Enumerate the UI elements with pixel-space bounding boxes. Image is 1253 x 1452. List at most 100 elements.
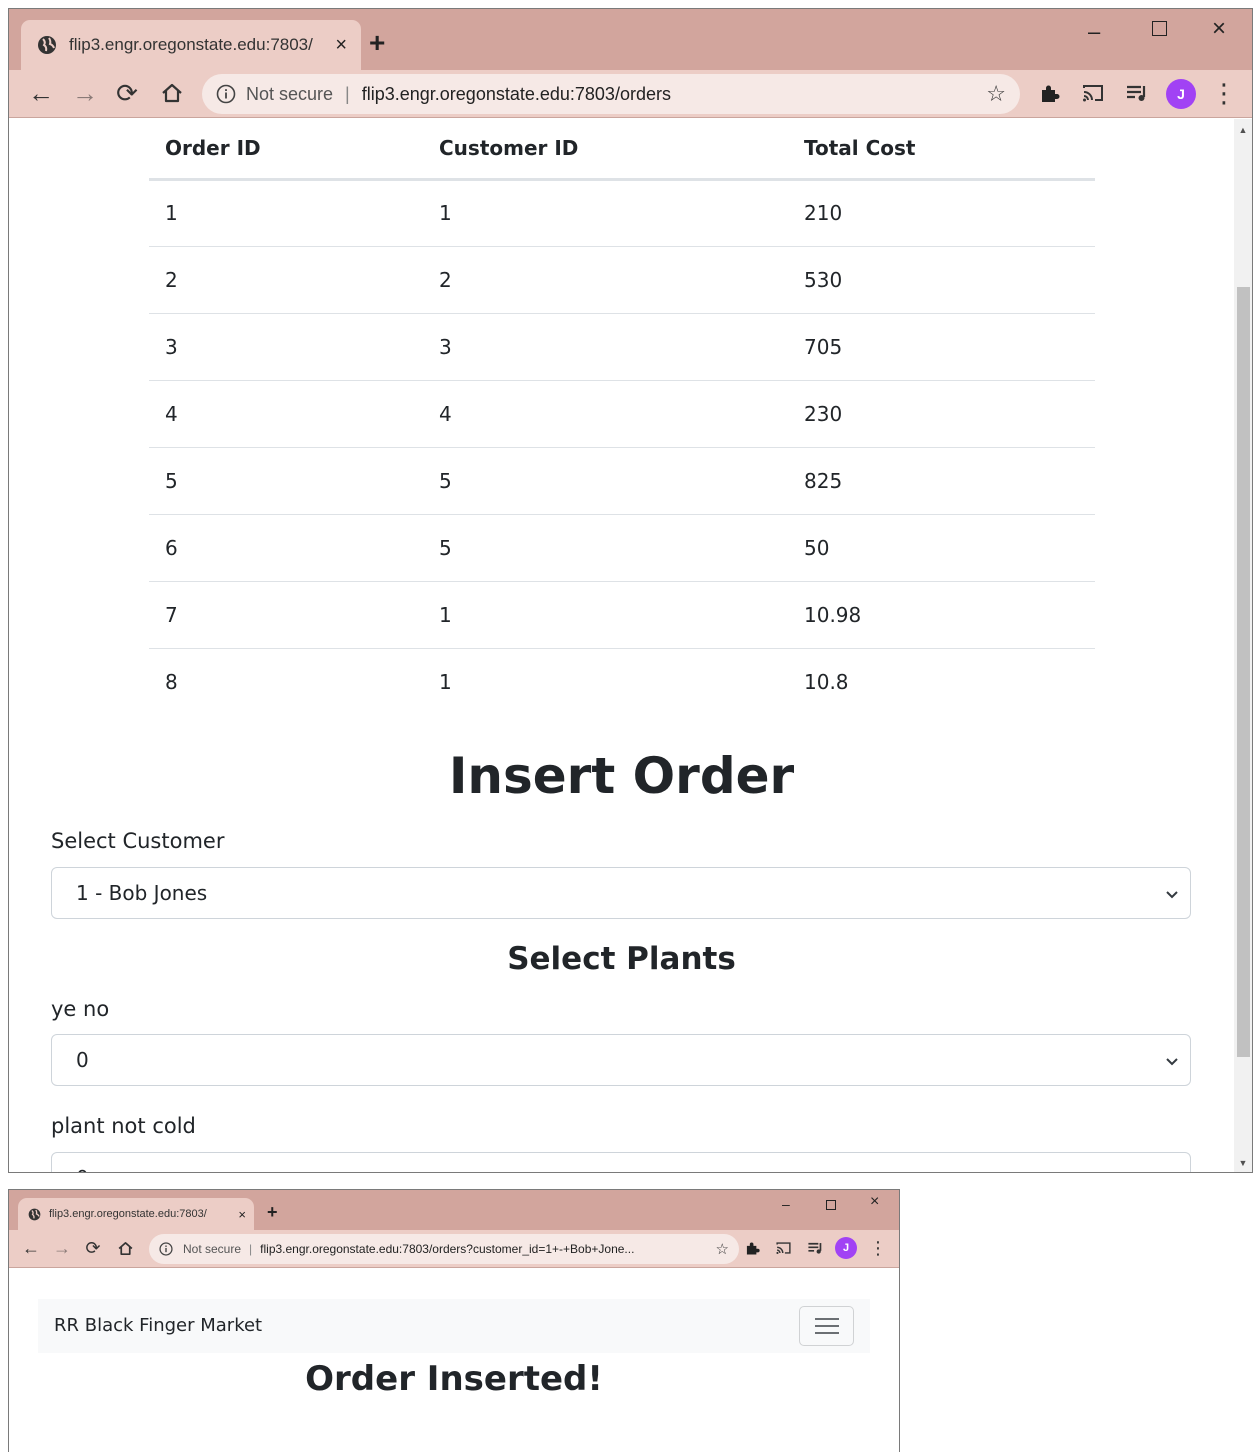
select-customer-label: Select Customer	[51, 829, 225, 853]
browser-tab[interactable]: flip3.engr.oregonstate.edu:7803/ ×	[21, 20, 361, 70]
close-window-button[interactable]: ×	[870, 1193, 879, 1211]
close-tab-icon[interactable]: ×	[238, 1207, 246, 1222]
select-plants-heading: Select Plants	[507, 941, 736, 977]
tab-strip: flip3.engr.oregonstate.edu:7803/ × + – ×	[9, 9, 1252, 70]
reload-icon[interactable]: ⟳	[83, 1236, 103, 1260]
browser-tab[interactable]: flip3.engr.oregonstate.edu:7803/ ×	[18, 1198, 254, 1230]
not-secure-label: Not secure	[246, 83, 334, 104]
browser-window-orders: flip3.engr.oregonstate.edu:7803/ × + – ×…	[8, 8, 1253, 1173]
tab-title: flip3.engr.oregonstate.edu:7803/	[49, 1208, 207, 1220]
address-bar[interactable]: Not secure | flip3.engr.oregonstate.edu:…	[202, 74, 1020, 114]
cast-icon[interactable]	[1080, 78, 1106, 108]
order-id-cell: 6	[149, 514, 423, 582]
total-cost-cell: 825	[788, 447, 1095, 515]
order-id-cell: 1	[149, 179, 423, 247]
customer-select-value: 1 - Bob Jones	[76, 881, 208, 905]
maximize-button[interactable]	[826, 1200, 836, 1210]
scroll-down-arrow-icon[interactable]: ▼	[1234, 1154, 1252, 1172]
new-tab-button[interactable]: +	[267, 1202, 278, 1223]
minimize-button[interactable]: –	[782, 1196, 790, 1212]
customer-id-cell: 1	[423, 581, 788, 649]
close-tab-icon[interactable]: ×	[335, 34, 347, 57]
browser-window-confirmation: flip3.engr.oregonstate.edu:7803/ × + – ×…	[8, 1189, 900, 1452]
customer-id-cell: 5	[423, 514, 788, 582]
url-text[interactable]: flip3.engr.oregonstate.edu:7803/orders	[362, 84, 979, 105]
insert-order-heading: Insert Order	[448, 747, 795, 805]
navbar-toggler-button[interactable]	[799, 1306, 854, 1346]
table-row: 8 1 10.8	[149, 648, 1095, 715]
order-inserted-heading: Order Inserted!	[305, 1359, 603, 1399]
scrollbar-thumb[interactable]	[1237, 287, 1250, 1057]
home-icon[interactable]	[157, 78, 187, 108]
new-tab-button[interactable]: +	[369, 27, 385, 59]
table-row: 6 5 50	[149, 514, 1095, 582]
minimize-button[interactable]: –	[1088, 19, 1100, 45]
total-cost-cell: 530	[788, 246, 1095, 314]
total-cost-cell: 10.98	[788, 581, 1095, 649]
plant-quantity-value: 0	[76, 1166, 89, 1172]
not-secure-label: Not secure	[183, 1242, 242, 1256]
forward-icon[interactable]: →	[52, 1236, 72, 1260]
address-separator: |	[345, 83, 350, 104]
home-icon[interactable]	[114, 1236, 136, 1260]
forward-icon[interactable]: →	[71, 78, 99, 108]
address-bar[interactable]: Not secure | flip3.engr.oregonstate.edu:…	[149, 1234, 739, 1264]
reload-icon[interactable]: ⟳	[113, 78, 141, 108]
profile-avatar[interactable]: J	[1166, 79, 1196, 109]
plant-quantity-value: 0	[76, 1048, 89, 1072]
kebab-menu-icon[interactable]: ⋮	[869, 1236, 887, 1260]
url-text[interactable]: flip3.engr.oregonstate.edu:7803/orders?c…	[260, 1242, 707, 1256]
maximize-button[interactable]	[1152, 21, 1167, 36]
navbar-brand[interactable]: RR Black Finger Market	[54, 1315, 262, 1336]
table-header-row: Order ID Customer ID Total Cost	[149, 119, 1095, 181]
info-icon[interactable]	[216, 84, 236, 104]
globe-icon	[28, 1208, 41, 1221]
media-queue-icon[interactable]	[805, 1236, 825, 1260]
browser-toolbar: ← → ⟳ Not secure | flip3.engr.oregonstat…	[9, 70, 1252, 118]
order-id-cell: 3	[149, 313, 423, 381]
plant-label: ye no	[51, 997, 110, 1021]
customer-id-cell: 1	[439, 669, 452, 694]
back-icon[interactable]: ←	[27, 78, 55, 108]
extensions-puzzle-icon[interactable]	[1036, 78, 1062, 108]
order-id-cell: 5	[149, 447, 423, 515]
bookmark-star-icon[interactable]: ☆	[716, 1240, 729, 1258]
bookmark-star-icon[interactable]: ☆	[986, 81, 1006, 107]
confirmation-page-content: RR Black Finger Market Order Inserted!	[9, 1269, 899, 1452]
total-cost-cell: 230	[788, 380, 1095, 448]
tab-title: flip3.engr.oregonstate.edu:7803/	[69, 35, 313, 54]
info-icon[interactable]	[159, 1242, 173, 1256]
table-row: 1 1 210	[149, 179, 1095, 247]
column-header-order-id: Order ID	[149, 119, 423, 181]
extensions-puzzle-icon[interactable]	[742, 1236, 762, 1260]
orders-page-content: Order ID Customer ID Total Cost 1 1 210 …	[9, 119, 1234, 1172]
plant-quantity-select[interactable]: 0	[51, 1152, 1191, 1172]
cast-icon[interactable]	[773, 1236, 793, 1260]
table-row: 2 2 530	[149, 246, 1095, 314]
customer-id-cell: 5	[423, 447, 788, 515]
tab-strip: flip3.engr.oregonstate.edu:7803/ × + – ×	[9, 1190, 899, 1230]
total-cost-cell: 50	[788, 514, 1095, 582]
chevron-down-icon	[1164, 1050, 1180, 1074]
back-icon[interactable]: ←	[21, 1236, 41, 1260]
media-queue-icon[interactable]	[1124, 78, 1150, 108]
total-cost-cell: 210	[788, 179, 1095, 247]
orders-table: Order ID Customer ID Total Cost 1 1 210 …	[149, 119, 1095, 715]
scroll-up-arrow-icon[interactable]: ▲	[1234, 121, 1252, 139]
chevron-down-icon	[1164, 883, 1180, 907]
customer-select[interactable]: 1 - Bob Jones	[51, 867, 1191, 919]
plant-quantity-select[interactable]: 0	[51, 1034, 1191, 1086]
kebab-menu-icon[interactable]: ⋮	[1211, 78, 1237, 108]
table-row: 4 4 230	[149, 380, 1095, 448]
close-window-button[interactable]: ×	[1212, 15, 1226, 43]
order-id-cell: 4	[149, 380, 423, 448]
customer-id-cell: 2	[423, 246, 788, 314]
customer-id-cell: 3	[423, 313, 788, 381]
column-header-customer-id: Customer ID	[423, 119, 788, 181]
profile-avatar[interactable]: J	[835, 1237, 857, 1259]
plant-label: plant not cold	[51, 1114, 196, 1138]
column-header-total-cost: Total Cost	[788, 119, 1095, 181]
order-id-cell: 7	[149, 581, 423, 649]
vertical-scrollbar[interactable]: ▲ ▼	[1234, 119, 1252, 1172]
table-row: 5 5 825	[149, 447, 1095, 515]
